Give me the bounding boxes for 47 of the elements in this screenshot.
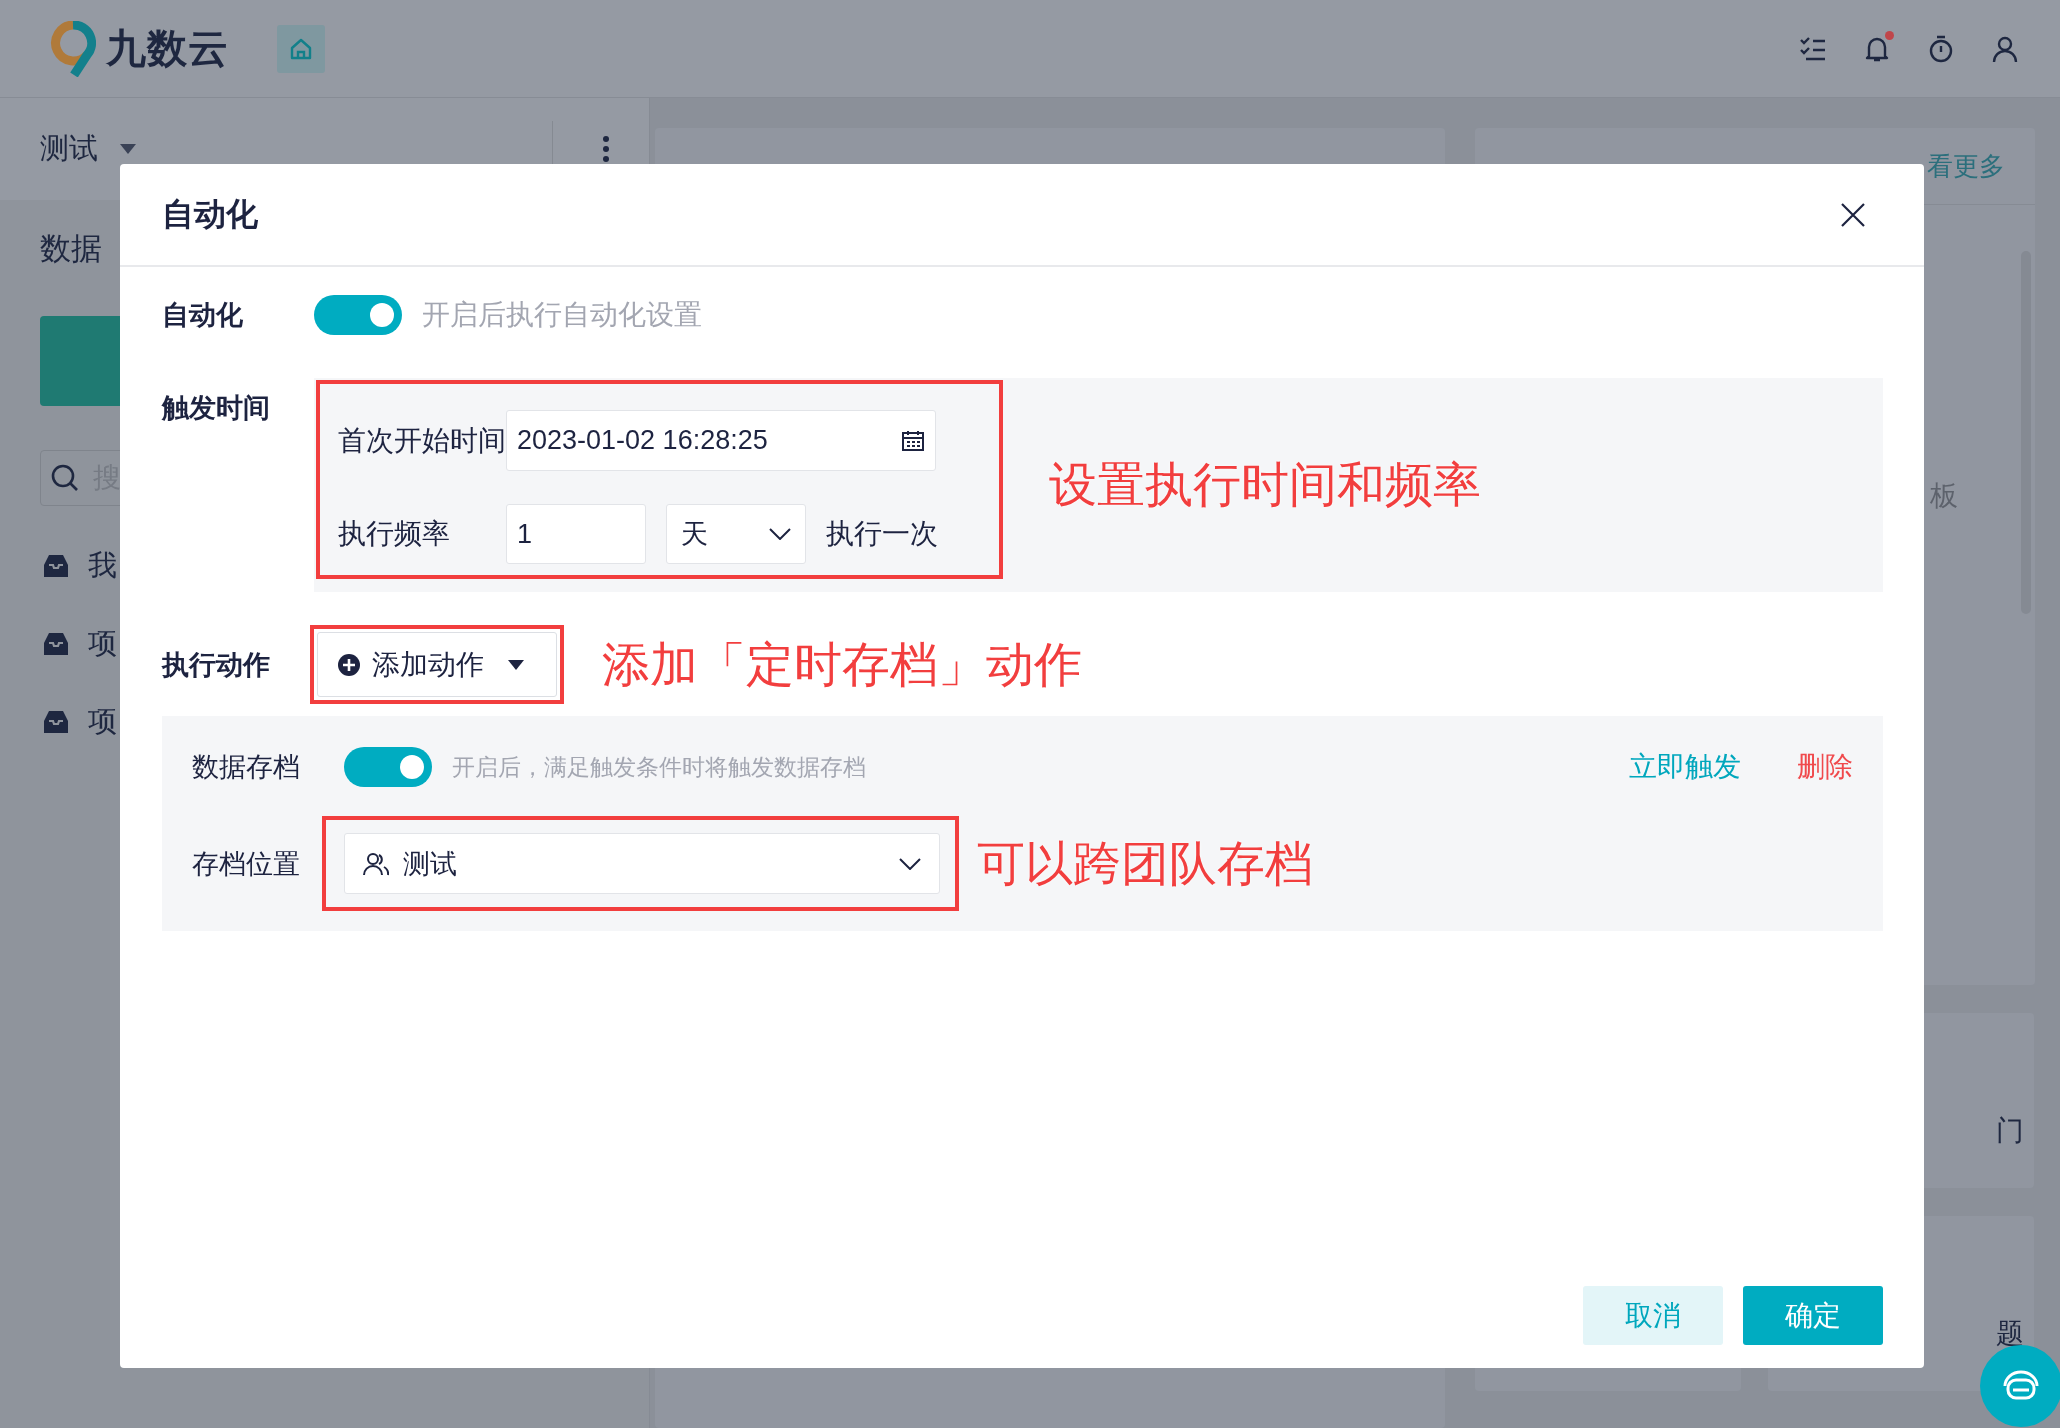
location-select[interactable]: 测试 <box>344 833 940 894</box>
delete-link[interactable]: 删除 <box>1797 748 1853 786</box>
field-label: 执行动作 <box>162 648 271 682</box>
calendar-icon <box>901 429 925 452</box>
confirm-button[interactable]: 确定 <box>1743 1286 1883 1345</box>
nav-item[interactable]: 项 <box>88 702 117 742</box>
search-icon <box>50 463 80 493</box>
cancel-button[interactable]: 取消 <box>1583 1286 1723 1345</box>
nav-item[interactable]: 我 <box>88 546 117 586</box>
chevron-icon <box>769 528 791 540</box>
field-label: 触发时间 <box>162 392 271 425</box>
section-title: 数据 <box>40 230 103 268</box>
number-field[interactable]: 1 <box>506 504 646 564</box>
caret-icon[interactable] <box>120 144 136 154</box>
more-icon[interactable] <box>603 136 609 162</box>
field-label: 自动化 <box>162 299 244 332</box>
date-field[interactable]: 2023-01-02 16:28:25 <box>506 410 936 471</box>
field-suffix: 执行一次 <box>826 517 938 551</box>
team-name[interactable]: 测试 <box>40 129 98 169</box>
inbox-icon <box>42 631 70 657</box>
toggle-switch[interactable] <box>344 747 432 787</box>
field-label: 数据存档 <box>192 751 301 784</box>
field-label: 存档位置 <box>192 847 301 881</box>
inbox-icon <box>42 709 70 735</box>
logo-icon <box>50 20 96 77</box>
card-text: 题 <box>1996 1317 2024 1351</box>
card-text: 门 <box>1996 1114 2024 1148</box>
field-label: 执行频率 <box>338 517 451 551</box>
dialog-title: 自动化 <box>162 194 259 234</box>
app-name: 九数云 <box>106 25 229 72</box>
annotation-text: 添加「定时存档」动作 <box>602 636 1082 693</box>
field-label: 首次开始时间 <box>338 423 506 458</box>
toggle-hint: 开启后，满足触发条件时将触发数据存档 <box>452 752 867 782</box>
add-action-button[interactable]: 添加动作 <box>317 632 557 697</box>
inbox-icon <box>42 553 70 579</box>
annotation-text: 可以跨团队存档 <box>977 835 1313 892</box>
team-icon <box>363 851 389 876</box>
nav-item[interactable]: 项 <box>88 624 117 664</box>
toggle-switch[interactable] <box>314 295 402 335</box>
annotation-text: 设置执行时间和频率 <box>1049 457 1481 513</box>
caret-icon <box>508 659 524 670</box>
close-button[interactable] <box>1840 201 1866 228</box>
trigger-now-link[interactable]: 立即触发 <box>1629 748 1741 786</box>
chevron-icon <box>899 857 921 870</box>
plus-icon <box>338 653 360 676</box>
unit-select[interactable]: 天 <box>666 504 806 564</box>
toggle-hint: 开启后执行自动化设置 <box>422 298 702 332</box>
